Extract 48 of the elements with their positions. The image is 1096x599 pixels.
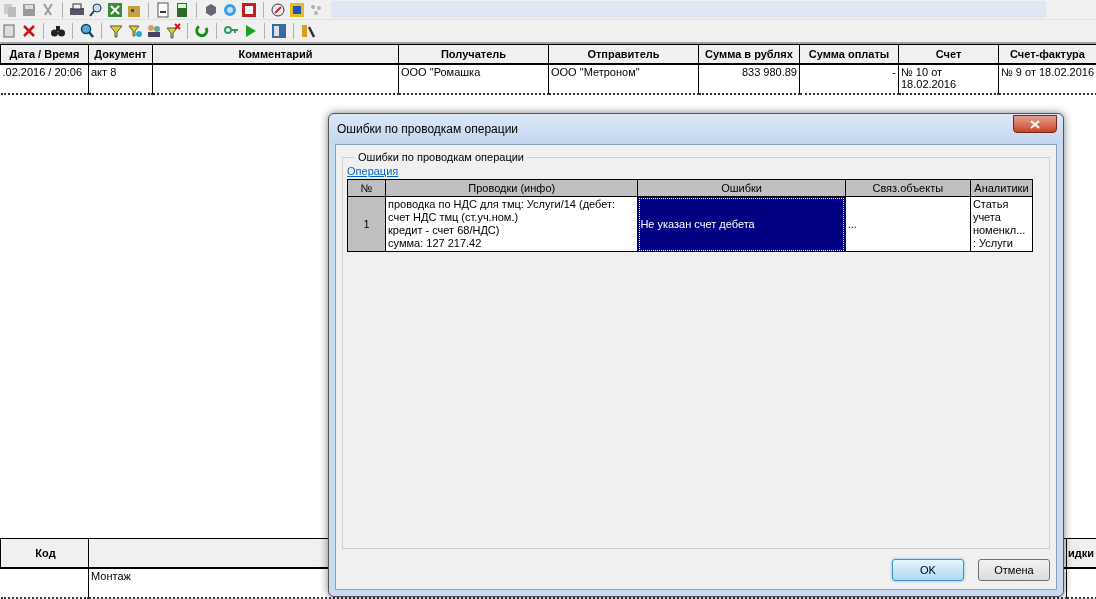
document-icon[interactable] bbox=[155, 1, 171, 18]
filter-search-icon[interactable] bbox=[127, 23, 143, 39]
table-cell[interactable]: Не указан счет дебета bbox=[637, 196, 846, 252]
table-icon[interactable] bbox=[271, 23, 287, 39]
column-header[interactable]: Получатель bbox=[398, 44, 549, 64]
scissors-icon[interactable] bbox=[40, 1, 56, 18]
printer-icon[interactable] bbox=[69, 1, 85, 18]
column-header[interactable]: Сумма оплаты bbox=[799, 44, 899, 64]
people-icon[interactable] bbox=[146, 23, 162, 39]
compass-icon[interactable] bbox=[270, 1, 286, 18]
close-icon bbox=[1030, 119, 1040, 129]
column-header[interactable]: Аналитики bbox=[970, 179, 1033, 197]
column-header[interactable]: Счет-фактура bbox=[998, 44, 1096, 64]
close-button[interactable] bbox=[1013, 115, 1057, 133]
column-header[interactable]: Отправитель bbox=[548, 44, 699, 64]
calculator-icon[interactable] bbox=[174, 1, 190, 18]
column-header[interactable]: Сумма в рублях bbox=[698, 44, 800, 64]
column-header[interactable]: Документ bbox=[88, 44, 153, 64]
table-cell: ... bbox=[845, 196, 971, 252]
column-header[interactable]: идки bbox=[1066, 538, 1096, 568]
table-cell: Статья учета номенкл... : Услуги bbox=[970, 196, 1033, 252]
magnifier-icon[interactable] bbox=[88, 1, 104, 18]
spreadsheet-icon[interactable] bbox=[107, 1, 123, 18]
group-title: Ошибки по проводкам операции bbox=[357, 151, 525, 163]
dialog-title: Ошибки по проводкам операции bbox=[337, 122, 519, 136]
binoculars-icon[interactable] bbox=[50, 23, 66, 39]
column-header[interactable]: Связ.объекты bbox=[845, 179, 971, 197]
refresh-icon[interactable] bbox=[194, 23, 210, 39]
globe-icon[interactable] bbox=[222, 1, 238, 18]
row-number: 1 bbox=[347, 196, 386, 252]
filter-icon[interactable] bbox=[108, 23, 124, 39]
table-cell: проводка по НДС для тмц: Услуги/14 (дебет: счет НДС тмц (ст.уч.ном.) кредит - счет 68/НДС) сумма: 127 217.42 bbox=[385, 196, 638, 252]
cancel-button[interactable]: Отмена bbox=[978, 559, 1050, 581]
column-header[interactable]: Дата / Время bbox=[0, 44, 89, 64]
close-icon[interactable] bbox=[21, 23, 37, 39]
cube-icon[interactable] bbox=[203, 1, 219, 18]
ok-button[interactable]: OK bbox=[892, 559, 964, 581]
operation-link[interactable]: Операция bbox=[347, 165, 399, 177]
filter-clear-icon[interactable] bbox=[165, 23, 181, 39]
search-icon[interactable] bbox=[79, 23, 95, 39]
save-icon[interactable] bbox=[21, 1, 37, 18]
column-header[interactable]: Счет bbox=[898, 44, 999, 64]
column-header[interactable]: Проводки (инфо) bbox=[385, 179, 638, 197]
column-header[interactable]: Комментарий bbox=[152, 44, 399, 64]
column-header[interactable]: Код bbox=[0, 538, 89, 568]
picture-frame-icon[interactable] bbox=[289, 1, 305, 18]
column-header[interactable]: Ошибки bbox=[637, 179, 846, 197]
column-header[interactable]: № bbox=[347, 179, 386, 197]
